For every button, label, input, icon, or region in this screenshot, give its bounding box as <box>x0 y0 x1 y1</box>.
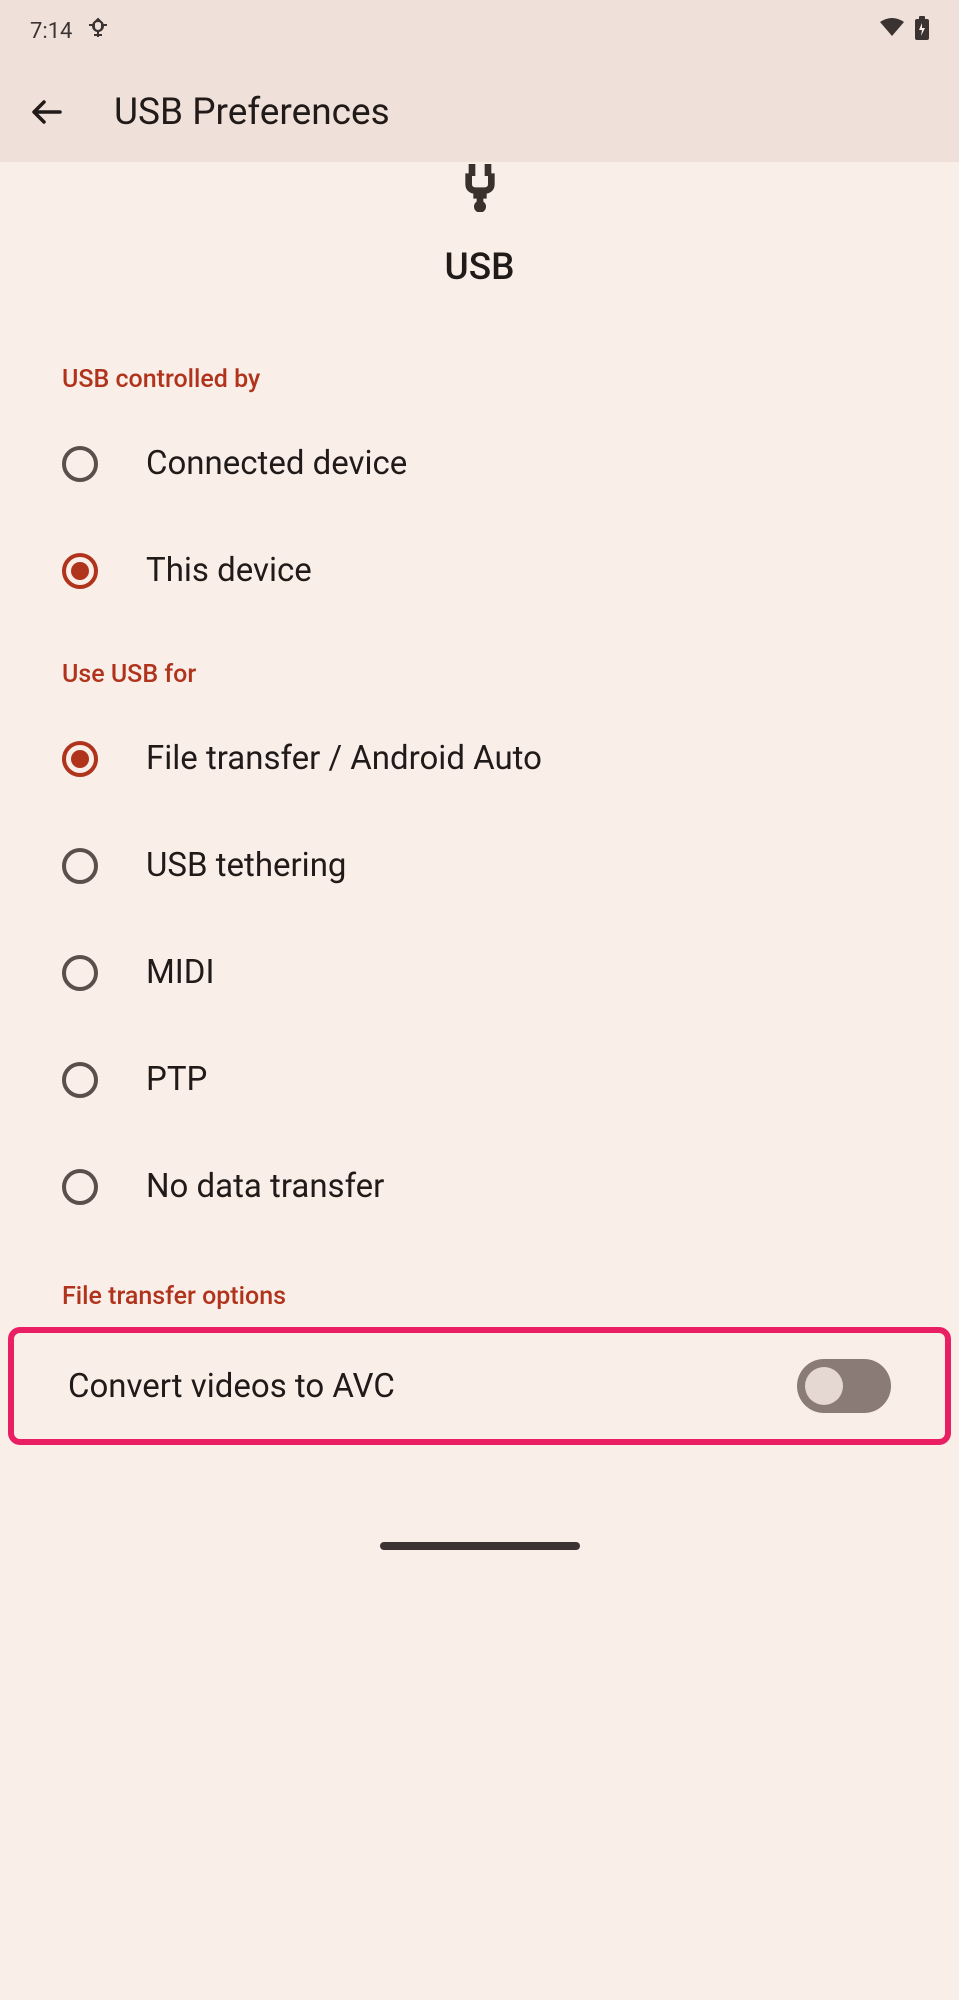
radio-this-device[interactable]: This device <box>0 517 959 624</box>
switch-convert-avc[interactable]: Convert videos to AVC <box>14 1333 945 1439</box>
status-time: 7:14 <box>30 19 72 44</box>
usb-header: USB <box>0 162 959 349</box>
debug-icon <box>88 17 108 45</box>
radio-midi[interactable]: MIDI <box>0 919 959 1026</box>
radio-icon <box>62 955 98 991</box>
highlight-annotation: Convert videos to AVC <box>8 1327 951 1445</box>
radio-icon <box>62 446 98 482</box>
radio-label: MIDI <box>146 953 214 992</box>
battery-icon <box>915 16 929 46</box>
radio-label: No data transfer <box>146 1167 384 1206</box>
switch-label: Convert videos to AVC <box>68 1367 395 1406</box>
radio-icon-selected <box>62 741 98 777</box>
back-button[interactable] <box>20 84 76 140</box>
radio-label: Connected device <box>146 444 407 483</box>
content: USB USB controlled by Connected device T… <box>0 162 959 1445</box>
radio-label: This device <box>146 551 312 590</box>
radio-connected-device[interactable]: Connected device <box>0 410 959 517</box>
radio-file-transfer[interactable]: File transfer / Android Auto <box>0 705 959 812</box>
status-bar: 7:14 <box>0 0 959 62</box>
app-bar: USB Preferences <box>0 62 959 162</box>
radio-icon <box>62 1169 98 1205</box>
section-header-controlled-by: USB controlled by <box>0 349 959 410</box>
usb-icon <box>449 164 511 216</box>
toggle-switch[interactable] <box>797 1359 891 1413</box>
navigation-handle[interactable] <box>380 1542 580 1550</box>
section-header-use-for: Use USB for <box>0 644 959 705</box>
usb-label: USB <box>445 246 515 289</box>
arrow-back-icon <box>30 94 66 130</box>
radio-label: USB tethering <box>146 846 346 885</box>
radio-icon <box>62 1062 98 1098</box>
status-left: 7:14 <box>30 17 108 45</box>
radio-label: File transfer / Android Auto <box>146 739 542 778</box>
switch-thumb <box>805 1367 843 1405</box>
radio-label: PTP <box>146 1060 207 1099</box>
radio-no-data-transfer[interactable]: No data transfer <box>0 1133 959 1240</box>
page-title: USB Preferences <box>114 91 390 134</box>
wifi-icon <box>879 18 905 44</box>
section-header-file-transfer-options: File transfer options <box>0 1266 959 1327</box>
radio-usb-tethering[interactable]: USB tethering <box>0 812 959 919</box>
radio-ptp[interactable]: PTP <box>0 1026 959 1133</box>
status-right <box>879 16 929 46</box>
radio-icon-selected <box>62 553 98 589</box>
radio-icon <box>62 848 98 884</box>
